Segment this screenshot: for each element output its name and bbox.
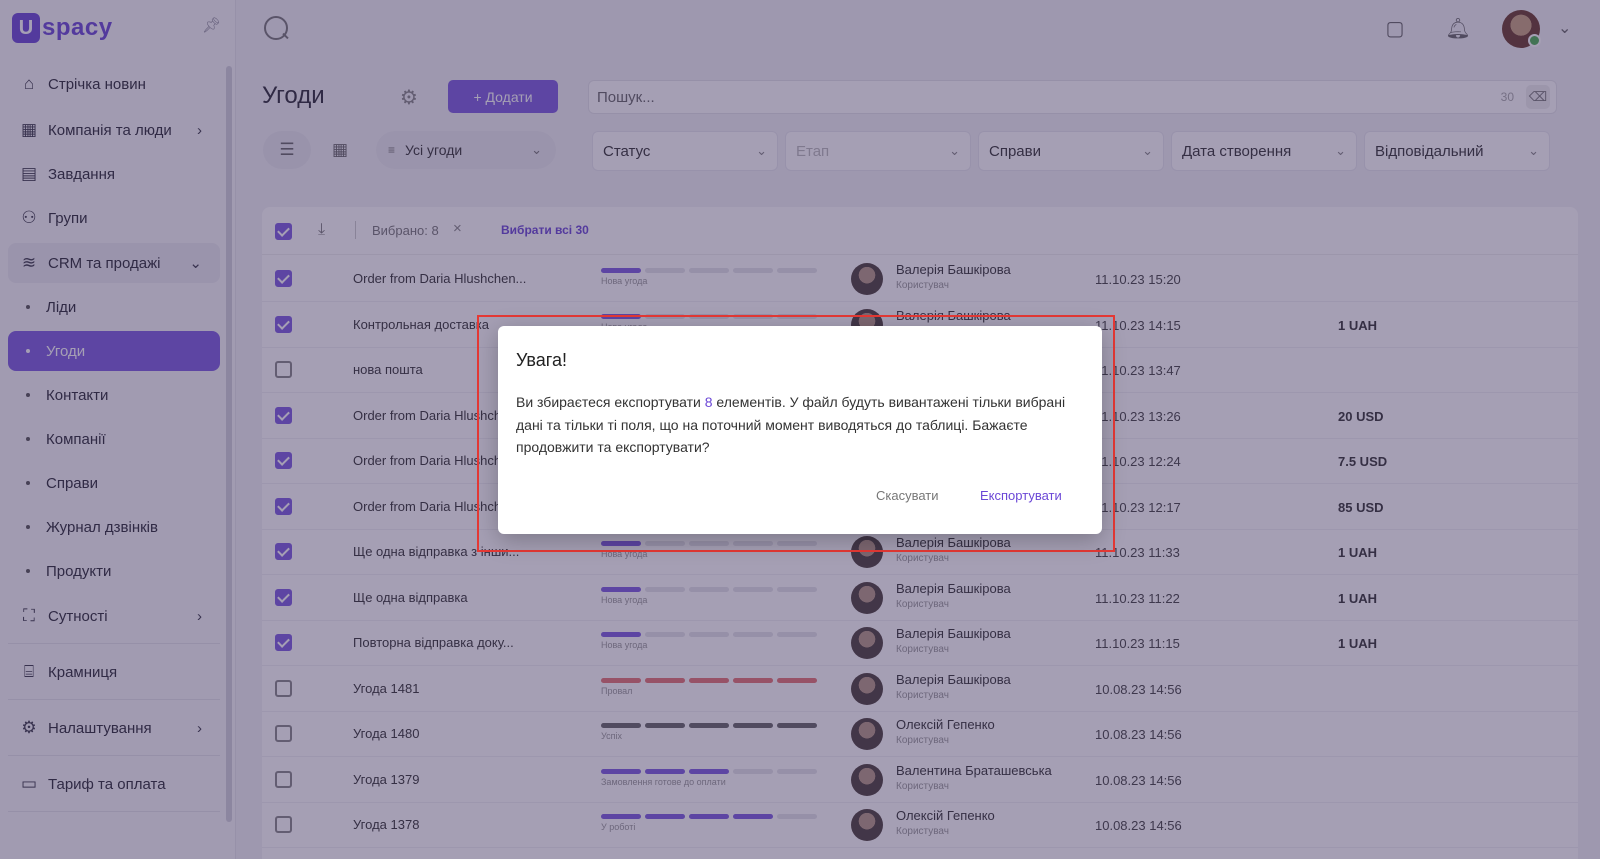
cancel-button[interactable]: Скасувати: [870, 484, 945, 507]
export-button[interactable]: Експортувати: [974, 484, 1068, 507]
dialog-text: Ви збираєтеся експортувати: [516, 394, 705, 410]
dialog-count: 8: [704, 394, 713, 410]
export-confirm-dialog: Увага! Ви збираєтеся експортувати 8 елем…: [498, 326, 1102, 534]
dialog-message: Ви збираєтеся експортувати 8 елементів. …: [516, 391, 1076, 459]
dialog-title: Увага!: [516, 350, 567, 370]
